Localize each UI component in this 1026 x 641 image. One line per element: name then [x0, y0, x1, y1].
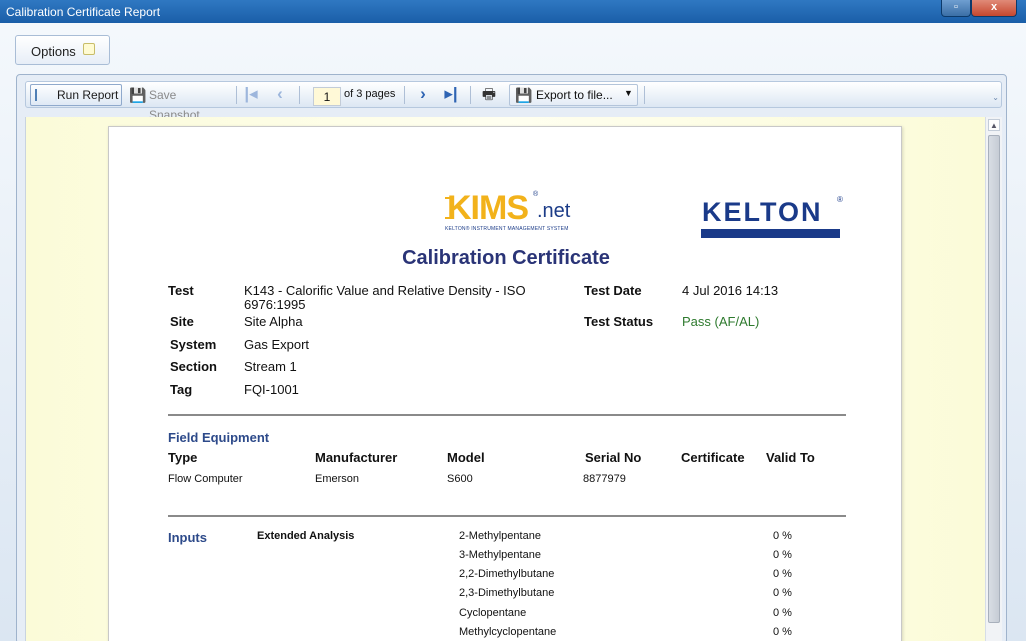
section-value: Stream 1	[244, 359, 297, 374]
component-name: 2-Methylpentane	[459, 530, 541, 542]
extended-analysis-label: Extended Analysis	[257, 530, 355, 542]
component-name: 2,3-Dimethylbutane	[459, 587, 555, 599]
col-type: Type	[168, 450, 198, 465]
equipment-model-cell: S600	[447, 473, 473, 485]
test-date-value: 4 Jul 2016 14:13	[682, 283, 779, 298]
floppy-disk-icon: 💾	[515, 87, 533, 103]
scroll-up-icon[interactable]: ▲	[988, 119, 1000, 131]
test-status-label: Test Status	[584, 314, 654, 329]
toolbar-separator	[644, 86, 645, 104]
dropdown-arrow-icon: ▼	[624, 88, 633, 98]
component-value: 0 %	[773, 549, 792, 561]
toolbar-separator	[236, 86, 237, 104]
kims-logo-text: KIMS	[447, 189, 529, 227]
close-icon: x	[990, 1, 998, 13]
kelton-logo-bar	[701, 229, 840, 238]
tag-value: FQI-1001	[244, 382, 299, 397]
run-report-button[interactable]: Run Report	[30, 84, 122, 106]
options-label: Options	[31, 44, 76, 59]
restore-button[interactable]: ▫	[941, 0, 971, 17]
certificate-title: Calibration Certificate	[402, 247, 610, 269]
kelton-logo-text: KELTON	[702, 197, 823, 227]
toolbar-separator	[299, 86, 300, 104]
report-canvas: KIMS ® .net KELTON® INSTRUMENT MANAGEMEN…	[25, 117, 985, 641]
section-divider	[168, 414, 846, 416]
kims-logo-tagline: KELTON® INSTRUMENT MANAGEMENT SYSTEM	[445, 226, 569, 232]
test-value: K143 - Calorific Value and Relative Dens…	[244, 283, 526, 312]
component-name: Cyclopentane	[459, 607, 527, 619]
tag-label: Tag	[170, 382, 193, 397]
component-value: 0 %	[773, 587, 792, 599]
scroll-thumb[interactable]	[988, 135, 1000, 623]
test-status-value: Pass (AF/AL)	[682, 314, 760, 329]
system-label: System	[170, 337, 217, 352]
inputs-title: Inputs	[168, 530, 207, 545]
col-certificate: Certificate	[681, 450, 745, 465]
registered-mark: ®	[533, 191, 539, 198]
export-to-file-dropdown[interactable]: 💾 Export to file... ▼	[509, 84, 638, 106]
kelton-logo: KELTON ®	[699, 193, 849, 239]
close-button[interactable]: x	[971, 0, 1017, 17]
section-divider	[168, 515, 846, 517]
component-name: 3-Methylpentane	[459, 549, 541, 561]
restore-icon: ▫	[954, 1, 958, 13]
page-number-input[interactable]: 1	[313, 87, 341, 106]
window-title: Calibration Certificate Report	[6, 5, 161, 19]
toolbar-separator	[470, 86, 471, 104]
options-button[interactable]: Options	[15, 35, 110, 65]
page-count-label: of 3 pages	[344, 88, 396, 100]
site-label: Site	[170, 314, 194, 329]
field-equipment-title: Field Equipment	[168, 430, 270, 445]
next-page-icon[interactable]: ›	[412, 84, 434, 106]
component-value: 0 %	[773, 568, 792, 580]
kims-logo: KIMS ® .net KELTON® INSTRUMENT MANAGEMEN…	[445, 189, 581, 239]
vertical-scrollbar[interactable]: ▲	[985, 117, 1002, 641]
report-toolbar: Run Report 💾 Save Snapshot |◂ ‹ 1 of 3 p…	[25, 81, 1002, 122]
site-value: Site Alpha	[244, 314, 303, 329]
print-icon[interactable]: 🖶	[478, 85, 500, 105]
report-page: KIMS ® .net KELTON® INSTRUMENT MANAGEMEN…	[108, 126, 902, 641]
component-name: 2,2-Dimethylbutane	[459, 568, 555, 580]
section-label: Section	[170, 359, 217, 374]
run-report-label: Run Report	[57, 88, 119, 102]
save-snapshot-button[interactable]: 💾 Save Snapshot	[126, 84, 230, 122]
col-valid-to: Valid To	[766, 450, 815, 465]
options-checkbox[interactable]	[83, 43, 95, 55]
col-manufacturer: Manufacturer	[315, 450, 398, 465]
col-serial-no: Serial No	[585, 450, 642, 465]
equipment-serial-cell: 8877979	[583, 473, 626, 485]
kims-logo-net: .net	[537, 200, 571, 222]
component-value: 0 %	[773, 607, 792, 619]
toolbar-overflow-icon[interactable]: ⌄	[992, 93, 999, 102]
title-bar: Calibration Certificate Report ▫ x	[0, 0, 1026, 23]
export-label: Export to file...	[536, 88, 613, 102]
test-label: Test	[168, 283, 194, 298]
equipment-manufacturer-cell: Emerson	[315, 473, 360, 485]
component-value: 0 %	[773, 626, 792, 638]
equipment-type-cell: Flow Computer	[168, 473, 243, 485]
window-client: Options Run Report 💾 Save Snapshot |◂ ‹ …	[0, 23, 1026, 641]
test-date-label: Test Date	[584, 283, 642, 298]
toolbar-separator	[404, 86, 405, 104]
col-model: Model	[447, 450, 485, 465]
previous-page-icon[interactable]: ‹	[269, 84, 291, 106]
registered-mark: ®	[837, 195, 843, 204]
floppy-disk-icon: 💾	[129, 87, 147, 103]
report-viewer: Run Report 💾 Save Snapshot |◂ ‹ 1 of 3 p…	[16, 74, 1007, 641]
first-page-icon[interactable]: |◂	[240, 84, 262, 106]
component-value: 0 %	[773, 530, 792, 542]
last-page-icon[interactable]: ▸|	[440, 84, 462, 106]
system-value: Gas Export	[244, 337, 310, 352]
run-icon	[35, 89, 45, 101]
component-name: Methylcyclopentane	[459, 626, 557, 638]
